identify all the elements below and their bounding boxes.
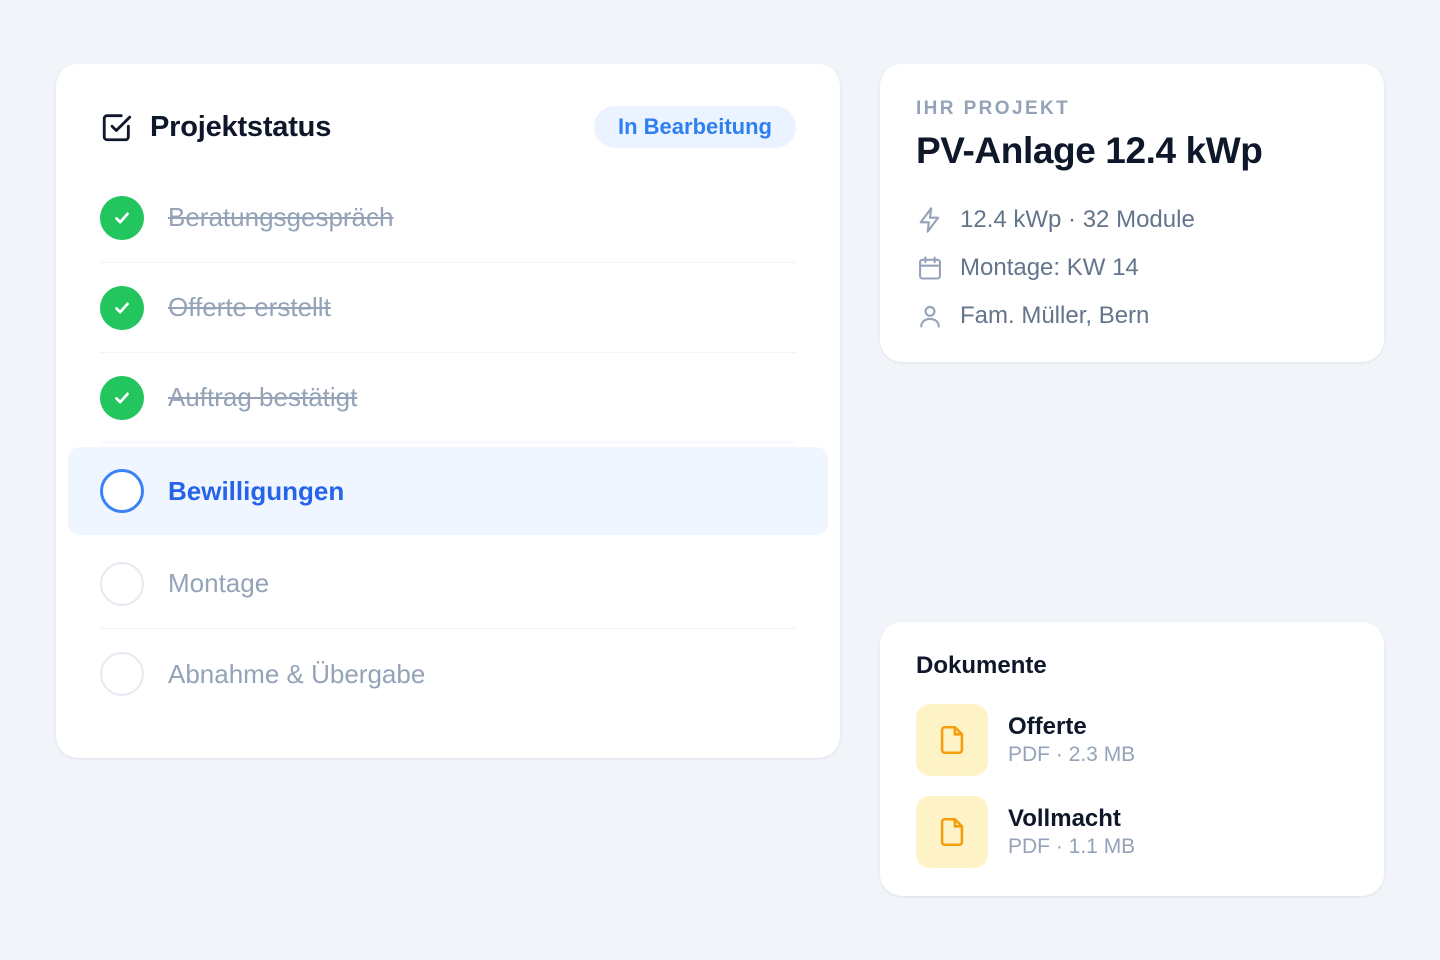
document-item-offerte[interactable]: Offerte PDF · 2.3 MB <box>916 704 1135 776</box>
step-check-icon <box>100 195 144 240</box>
step-item-montage[interactable]: Montage <box>100 539 796 629</box>
document-text: Vollmacht PDF · 1.1 MB <box>1008 804 1135 860</box>
calendar-icon <box>916 254 944 282</box>
user-icon <box>916 302 944 330</box>
document-text: Offerte PDF · 2.3 MB <box>1008 712 1135 768</box>
step-label: Auftrag bestätigt <box>168 382 358 412</box>
document-item-vollmacht[interactable]: Vollmacht PDF · 1.1 MB <box>916 796 1135 868</box>
meta-text: 12.4 kWp · 32 Module <box>960 206 1195 233</box>
project-meta-list: 12.4 kWp · 32 Module Montage: KW 14 Fam.… <box>916 196 1195 340</box>
documents-card: Dokumente Offerte PDF · 2.3 MB Vollmacht… <box>880 622 1384 896</box>
step-check-icon <box>100 375 144 420</box>
document-icon <box>916 704 988 776</box>
document-icon <box>916 796 988 868</box>
meta-text: Montage: KW 14 <box>960 254 1139 281</box>
step-label: Bewilligungen <box>168 475 345 506</box>
status-badge: In Bearbeitung <box>593 106 796 148</box>
project-title: PV-Anlage 12.4 kWp <box>916 130 1263 171</box>
status-title: Projektstatus <box>150 110 332 143</box>
step-item-bewilligungen[interactable]: Bewilligungen <box>68 447 828 535</box>
meta-row-power: 12.4 kWp · 32 Module <box>916 196 1195 244</box>
status-title-wrap: Projektstatus <box>100 110 331 144</box>
step-check-icon <box>100 285 144 330</box>
step-item-offerte-erstellt[interactable]: Offerte erstellt <box>100 263 796 353</box>
documents-title: Dokumente <box>916 652 1047 679</box>
project-info-card: IHR PROJEKT PV-Anlage 12.4 kWp 12.4 kWp … <box>880 64 1384 362</box>
project-status-card: Projektstatus In Bearbeitung Beratungsge… <box>56 64 840 758</box>
step-label: Abnahme & Übergabe <box>168 658 426 689</box>
step-item-beratungsgespraech[interactable]: Beratungsgespräch <box>100 173 796 263</box>
step-pending-circle-icon <box>100 652 144 696</box>
step-current-circle-icon <box>100 469 144 513</box>
step-list: Beratungsgespräch Offerte erstellt Auftr… <box>56 173 840 719</box>
document-name: Offerte <box>1008 713 1087 740</box>
step-label: Montage <box>168 568 270 598</box>
meta-row-customer: Fam. Müller, Bern <box>916 292 1195 340</box>
step-label: Offerte erstellt <box>168 292 331 322</box>
step-item-abnahme-uebergabe[interactable]: Abnahme & Übergabe <box>100 629 796 719</box>
document-meta: PDF · 1.1 MB <box>1008 835 1136 858</box>
document-name: Vollmacht <box>1008 805 1121 832</box>
document-meta: PDF · 2.3 MB <box>1008 743 1136 766</box>
meta-text: Fam. Müller, Bern <box>960 302 1150 329</box>
step-label: Beratungsgespräch <box>168 202 394 232</box>
step-item-auftrag-bestaetigt[interactable]: Auftrag bestätigt <box>100 353 796 443</box>
checkbox-check-icon <box>100 110 134 144</box>
step-pending-circle-icon <box>100 561 144 606</box>
meta-row-montage: Montage: KW 14 <box>916 244 1195 292</box>
lightning-icon <box>916 206 944 234</box>
document-list: Offerte PDF · 2.3 MB Vollmacht PDF · 1.1… <box>916 704 1135 888</box>
project-eyebrow: IHR PROJEKT <box>916 98 1071 119</box>
status-header: Projektstatus In Bearbeitung <box>100 104 796 150</box>
